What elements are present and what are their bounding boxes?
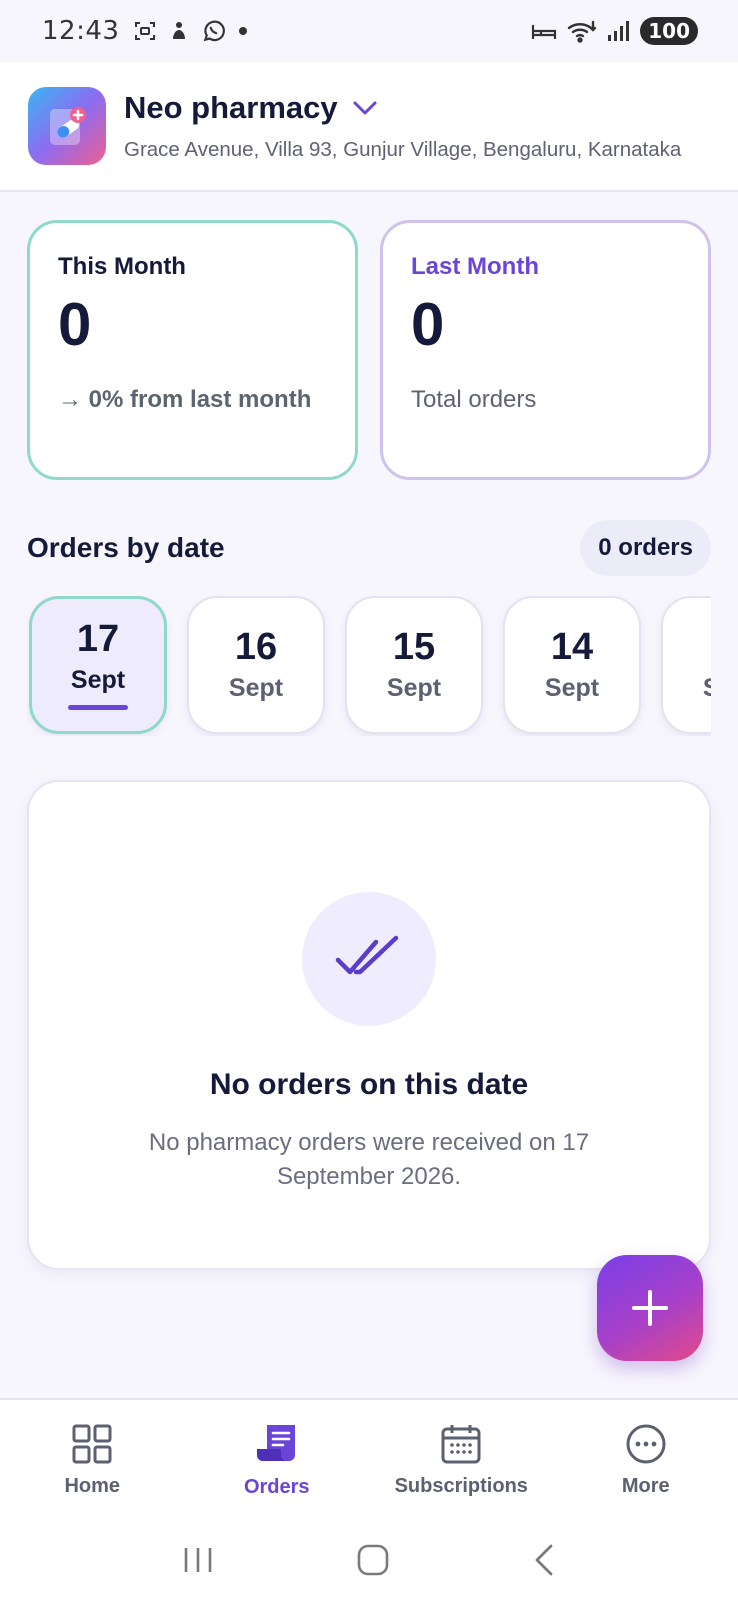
- date-strip[interactable]: 17 Sept 16 Sept 15 Sept 14 Sept 13 Sept: [27, 596, 711, 736]
- nav-label: More: [621, 1474, 670, 1497]
- chip-month: Sept: [70, 666, 126, 694]
- card-trend: → 0% from last month: [58, 386, 312, 413]
- double-check-icon: [335, 935, 399, 975]
- last-month-card[interactable]: Last Month 0 Total orders: [380, 220, 711, 480]
- nav-item-subscriptions[interactable]: Subscriptions: [369, 1423, 554, 1498]
- bixby-icon: [173, 22, 186, 39]
- nav-item-home[interactable]: Home: [0, 1423, 185, 1498]
- orders-by-date-header: Orders by date 0 orders: [27, 520, 711, 576]
- empty-state-card: No orders on this date No pharmacy order…: [27, 780, 711, 1270]
- empty-icon-circle: [302, 892, 436, 1026]
- add-order-button[interactable]: [597, 1255, 703, 1361]
- nav-label: Subscriptions: [394, 1474, 528, 1497]
- date-chip[interactable]: 17 Sept: [29, 596, 167, 734]
- wifi-icon: [568, 20, 597, 43]
- card-title: Last Month: [411, 253, 539, 280]
- nav-label: Orders: [243, 1475, 310, 1498]
- screenshot-icon: [135, 22, 156, 40]
- card-value: 0: [411, 291, 445, 358]
- chip-month: Sept: [544, 673, 600, 702]
- chip-month: Sept: [386, 673, 442, 702]
- date-chip[interactable]: 15 Sept: [345, 596, 483, 734]
- receipt-icon: [256, 1424, 295, 1461]
- plus-icon: [632, 1290, 668, 1326]
- card-value: 0: [58, 291, 92, 358]
- chip-day: 15: [392, 625, 436, 668]
- this-month-card[interactable]: This Month 0 → 0% from last month: [27, 220, 358, 480]
- chip-month: Sept: [228, 673, 284, 702]
- recent-apps-icon[interactable]: [181, 1545, 215, 1575]
- date-chip[interactable]: 14 Sept: [503, 596, 641, 734]
- date-chip[interactable]: 16 Sept: [187, 596, 325, 734]
- whatsapp-icon: [204, 20, 226, 42]
- store-header: Neo pharmacy Grace Avenue, Villa 93, Gun…: [0, 62, 738, 192]
- status-bar: 12:43 100: [0, 0, 738, 62]
- card-subtitle: Total orders: [411, 386, 537, 413]
- grid-icon: [72, 1424, 112, 1463]
- orders-count-badge: 0 orders: [580, 520, 711, 576]
- more-icon: [626, 1424, 666, 1463]
- date-chip[interactable]: 13 Sept: [661, 596, 711, 734]
- notification-icons: [133, 18, 249, 44]
- selected-indicator: [68, 705, 128, 710]
- nav-item-orders[interactable]: Orders: [185, 1422, 370, 1499]
- store-selector[interactable]: Neo pharmacy: [124, 90, 710, 126]
- system-navigation-bar: [0, 1520, 738, 1600]
- bottom-nav: Home Orders Subscriptions More: [0, 1398, 738, 1520]
- chip-day: 17: [76, 618, 120, 660]
- empty-description: No pharmacy orders were received on 17 S…: [148, 1129, 590, 1190]
- chip-month: Sept: [703, 674, 711, 703]
- empty-title: No orders on this date: [209, 1068, 529, 1101]
- section-title: Orders by date: [27, 532, 225, 563]
- card-title: This Month: [58, 253, 186, 280]
- chevron-down-icon[interactable]: [352, 100, 378, 116]
- home-button-icon[interactable]: [356, 1543, 390, 1577]
- back-icon[interactable]: [531, 1543, 557, 1577]
- system-status: 100: [530, 17, 698, 45]
- store-name: Neo pharmacy: [124, 90, 338, 125]
- app-logo: [28, 87, 106, 165]
- nav-label: Home: [64, 1474, 121, 1497]
- signal-icon: [608, 21, 630, 41]
- status-time: 12:43: [42, 16, 120, 46]
- pill-book-icon: [50, 107, 86, 145]
- dot-icon: [239, 27, 248, 35]
- sleep-mode-icon: [532, 25, 557, 39]
- chip-day: 14: [550, 625, 594, 668]
- calendar-icon: [441, 1424, 481, 1463]
- battery-indicator: 100: [640, 17, 698, 45]
- summary-cards: This Month 0 → 0% from last month Last M…: [27, 220, 711, 480]
- nav-item-more[interactable]: More: [554, 1423, 738, 1498]
- chip-day: 13: [709, 628, 711, 666]
- store-address: Grace Avenue, Villa 93, Gunjur Village, …: [124, 138, 682, 161]
- chip-day: 16: [234, 625, 278, 668]
